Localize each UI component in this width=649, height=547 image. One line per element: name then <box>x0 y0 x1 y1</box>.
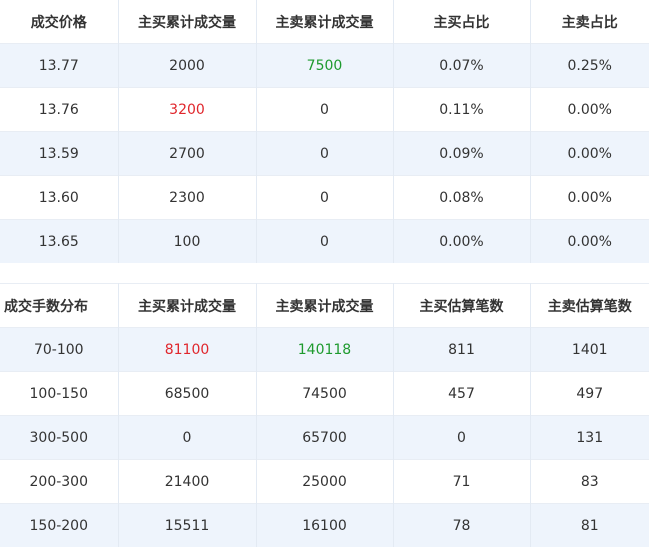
cell-buy-volume: 100 <box>118 220 256 264</box>
cell-buy-ratio: 0.00% <box>393 220 530 264</box>
header-price: 成交价格 <box>0 0 118 44</box>
cell-sell-volume: 0 <box>256 132 393 176</box>
header-buy-count: 主买估算笔数 <box>393 284 530 328</box>
cell-buy-volume: 68500 <box>118 372 256 416</box>
cell-buy-volume: 21400 <box>118 460 256 504</box>
cell-sell-ratio: 0.00% <box>530 88 649 132</box>
cell-sell-count: 1401 <box>530 328 649 372</box>
table-row: 13.76 3200 0 0.11% 0.00% <box>0 88 649 132</box>
table-row: 13.77 2000 7500 0.07% 0.25% <box>0 44 649 88</box>
cell-sell-ratio: 0.00% <box>530 176 649 220</box>
cell-sell-ratio: 0.00% <box>530 132 649 176</box>
header-buy-volume: 主买累计成交量 <box>118 0 256 44</box>
table-row: 100-150 68500 74500 457 497 <box>0 372 649 416</box>
cell-sell-count: 131 <box>530 416 649 460</box>
header-sell-volume: 主卖累计成交量 <box>256 0 393 44</box>
cell-sell-volume: 25000 <box>256 460 393 504</box>
table-row: 13.60 2300 0 0.08% 0.00% <box>0 176 649 220</box>
cell-sell-ratio: 0.25% <box>530 44 649 88</box>
header-sell-count: 主卖估算笔数 <box>530 284 649 328</box>
cell-lot-range: 100-150 <box>0 372 118 416</box>
cell-sell-volume: 0 <box>256 176 393 220</box>
cell-buy-volume: 0 <box>118 416 256 460</box>
cell-buy-ratio: 0.07% <box>393 44 530 88</box>
price-distribution-table: 成交价格 主买累计成交量 主卖累计成交量 主买占比 主卖占比 13.77 200… <box>0 0 649 263</box>
cell-buy-volume: 15511 <box>118 504 256 547</box>
cell-price: 13.60 <box>0 176 118 220</box>
cell-sell-volume: 74500 <box>256 372 393 416</box>
cell-price: 13.77 <box>0 44 118 88</box>
cell-sell-count: 81 <box>530 504 649 547</box>
cell-buy-count: 0 <box>393 416 530 460</box>
table-row: 13.65 100 0 0.00% 0.00% <box>0 220 649 264</box>
cell-buy-count: 811 <box>393 328 530 372</box>
cell-price: 13.76 <box>0 88 118 132</box>
header-lot-range: 成交手数分布 <box>0 284 118 328</box>
header-buy-ratio: 主买占比 <box>393 0 530 44</box>
cell-sell-volume: 0 <box>256 220 393 264</box>
table-row: 70-100 81100 140118 811 1401 <box>0 328 649 372</box>
cell-lot-range: 200-300 <box>0 460 118 504</box>
cell-buy-ratio: 0.08% <box>393 176 530 220</box>
cell-sell-count: 497 <box>530 372 649 416</box>
table-row: 150-200 15511 16100 78 81 <box>0 504 649 547</box>
header-sell-ratio: 主卖占比 <box>530 0 649 44</box>
cell-buy-volume: 81100 <box>118 328 256 372</box>
header-buy-volume: 主买累计成交量 <box>118 284 256 328</box>
cell-buy-volume: 2700 <box>118 132 256 176</box>
cell-sell-volume: 140118 <box>256 328 393 372</box>
cell-price: 13.59 <box>0 132 118 176</box>
cell-lot-range: 70-100 <box>0 328 118 372</box>
cell-lot-range: 150-200 <box>0 504 118 547</box>
cell-buy-ratio: 0.11% <box>393 88 530 132</box>
cell-buy-volume: 2000 <box>118 44 256 88</box>
table-spacer <box>0 263 649 283</box>
table-header-row: 成交价格 主买累计成交量 主卖累计成交量 主买占比 主卖占比 <box>0 0 649 44</box>
cell-buy-count: 78 <box>393 504 530 547</box>
cell-buy-count: 457 <box>393 372 530 416</box>
cell-sell-volume: 16100 <box>256 504 393 547</box>
table-row: 300-500 0 65700 0 131 <box>0 416 649 460</box>
cell-buy-count: 71 <box>393 460 530 504</box>
cell-price: 13.65 <box>0 220 118 264</box>
cell-sell-count: 83 <box>530 460 649 504</box>
table-row: 13.59 2700 0 0.09% 0.00% <box>0 132 649 176</box>
lot-size-distribution-table: 成交手数分布 主买累计成交量 主卖累计成交量 主买估算笔数 主卖估算笔数 70-… <box>0 283 649 547</box>
cell-buy-volume: 3200 <box>118 88 256 132</box>
cell-buy-volume: 2300 <box>118 176 256 220</box>
cell-sell-volume: 7500 <box>256 44 393 88</box>
table-row: 200-300 21400 25000 71 83 <box>0 460 649 504</box>
cell-lot-range: 300-500 <box>0 416 118 460</box>
cell-sell-volume: 65700 <box>256 416 393 460</box>
cell-sell-ratio: 0.00% <box>530 220 649 264</box>
cell-sell-volume: 0 <box>256 88 393 132</box>
cell-buy-ratio: 0.09% <box>393 132 530 176</box>
header-sell-volume: 主卖累计成交量 <box>256 284 393 328</box>
table-header-row: 成交手数分布 主买累计成交量 主卖累计成交量 主买估算笔数 主卖估算笔数 <box>0 284 649 328</box>
